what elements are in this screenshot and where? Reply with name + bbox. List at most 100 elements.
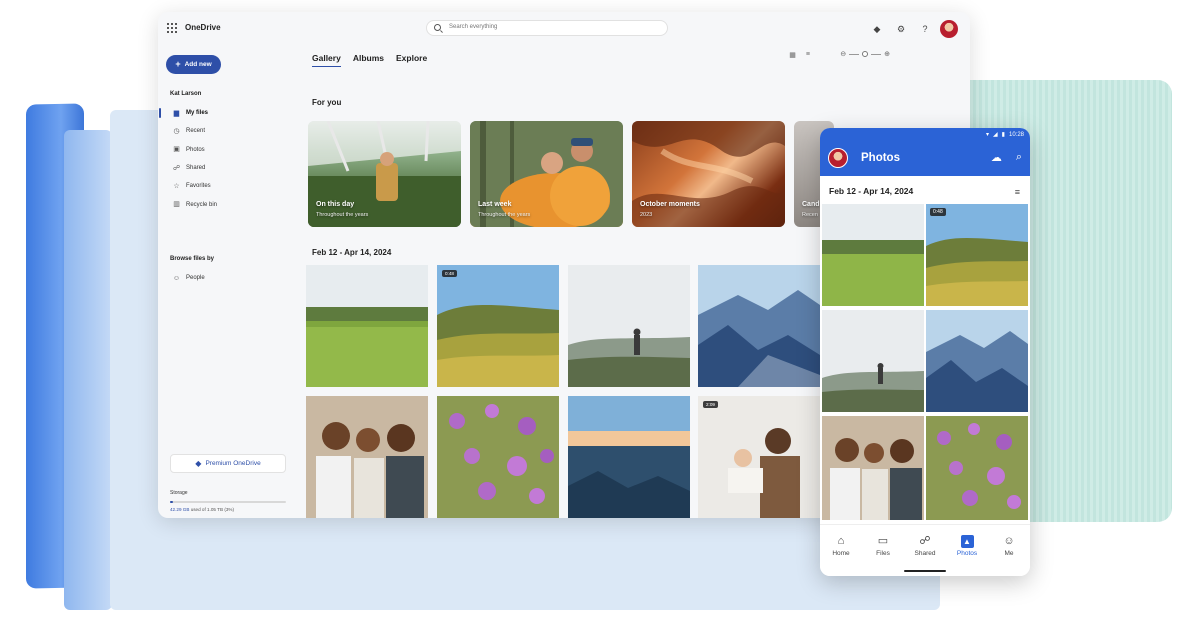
- terraces-image: [437, 265, 559, 387]
- filter-icon[interactable]: ≡: [1015, 187, 1020, 197]
- gallery-photo[interactable]: [306, 396, 428, 518]
- hiker-image: [568, 265, 690, 387]
- card-subtitle: Throughout the years: [316, 212, 369, 218]
- premium-onedrive-button[interactable]: ◆ Premium OneDrive: [170, 454, 286, 473]
- sidebar-item-people[interactable]: ☺ People: [158, 269, 298, 287]
- sidebar-item-favorites[interactable]: ☆ Favorites: [158, 177, 298, 195]
- phone-photo[interactable]: [822, 204, 924, 306]
- flowers-image: [437, 396, 559, 518]
- memory-card[interactable]: October moments 2023: [632, 121, 785, 227]
- gallery-photo[interactable]: [568, 396, 690, 518]
- phone-header-icons: ☁ ⌕: [991, 151, 1022, 164]
- zoom-out-icon[interactable]: ⊖: [840, 50, 846, 58]
- phone-nav-photos[interactable]: ▲ Photos: [949, 535, 985, 576]
- person-icon: ☺: [172, 274, 181, 282]
- view-tools: ▦ ≡: [789, 51, 810, 59]
- diamond-icon[interactable]: ◆: [872, 24, 882, 34]
- phone-nav-label: Files: [876, 550, 890, 557]
- mother-baby-image: [698, 396, 820, 518]
- grid-view-icon[interactable]: ▦: [789, 51, 796, 59]
- phone-title: Photos: [861, 152, 900, 164]
- phone-nav-me[interactable]: ☺ Me: [991, 535, 1027, 576]
- people-icon: ☍: [919, 535, 931, 547]
- sidebar-item-label: Recycle bin: [186, 201, 218, 208]
- meadow-image: [822, 204, 924, 306]
- for-you-title: For you: [312, 98, 342, 107]
- people-icon: ☍: [172, 164, 181, 172]
- gallery-photo[interactable]: [698, 265, 820, 387]
- search-icon[interactable]: ⌕: [1016, 151, 1022, 164]
- top-icons: ◆ ⚙ ?: [872, 20, 958, 38]
- sidebar-item-photos[interactable]: ▣ Photos: [158, 141, 298, 159]
- folder-icon: ▭: [877, 535, 889, 547]
- sidebar-item-recycle-bin[interactable]: ▥ Recycle bin: [158, 195, 298, 213]
- sidebar-item-my-files[interactable]: ▆ My files: [158, 104, 298, 122]
- zoom-slider-handle[interactable]: [862, 51, 869, 57]
- gallery-photo[interactable]: [437, 396, 559, 518]
- zoom-in-icon[interactable]: ⊕: [884, 50, 890, 58]
- help-icon[interactable]: ?: [920, 24, 930, 34]
- sunset-valley-image: [568, 396, 690, 518]
- phone-nav-label: Shared: [914, 550, 936, 557]
- phone-photo[interactable]: [926, 310, 1028, 412]
- phone-bottom-nav: ⌂ Home ▭ Files ☍ Shared ▲ Photos ☺ Me: [820, 524, 1030, 576]
- sidebar-item-label: My files: [186, 110, 209, 117]
- cloud-upload-icon[interactable]: ☁: [991, 151, 1002, 164]
- home-icon: ⌂: [837, 535, 845, 547]
- card-subtitle: 2023: [640, 212, 653, 218]
- phone-mockup: ▾ ◢ ▮ 10:28 Photos ☁ ⌕ Feb 12 - Apr 14, …: [820, 128, 1030, 576]
- storage-bar-fill: [170, 501, 174, 503]
- search-placeholder: Search everything: [449, 24, 498, 30]
- hiker-image: [822, 310, 924, 412]
- status-bar: ▾ ◢ ▮ 10:28: [986, 131, 1024, 139]
- storage-label: Storage: [170, 490, 188, 496]
- add-new-button[interactable]: + Add new: [166, 55, 221, 74]
- phone-nav-files[interactable]: ▭ Files: [865, 535, 901, 576]
- gallery-photo[interactable]: [568, 265, 690, 387]
- trash-icon: ▥: [173, 201, 180, 209]
- memory-card[interactable]: Last week Throughout the years: [470, 121, 623, 227]
- people-list: ☺ People: [158, 269, 298, 287]
- search-input[interactable]: Search everything: [426, 20, 668, 36]
- phone-video[interactable]: 0:48: [926, 204, 1028, 306]
- sidebar-item-recent[interactable]: ◷ Recent: [158, 122, 298, 140]
- avatar[interactable]: [940, 20, 958, 38]
- phone-nav-label: Me: [1004, 550, 1014, 557]
- phone-date-range: Feb 12 - Apr 14, 2024: [829, 186, 914, 196]
- premium-label: Premium OneDrive: [205, 460, 261, 467]
- gallery-photo[interactable]: [306, 265, 428, 387]
- storage-text: 42.29 GB used of 1.05 TB (3%): [170, 507, 234, 512]
- filter-icon[interactable]: ≡: [806, 51, 810, 59]
- canyon-image: [632, 121, 785, 227]
- top-bar: OneDrive Search everything ◆ ⚙ ?: [158, 12, 970, 44]
- photo-icon: ▲: [960, 535, 974, 548]
- phone-nav-home[interactable]: ⌂ Home: [823, 535, 859, 576]
- gallery-video[interactable]: 0:48: [437, 265, 559, 387]
- phone-nav-label: Photos: [956, 550, 978, 557]
- gear-icon[interactable]: ⚙: [896, 24, 906, 34]
- phone-photo[interactable]: [822, 310, 924, 412]
- zoom-slider[interactable]: ⊖ ⊕: [840, 50, 890, 58]
- tab-explore[interactable]: Explore: [396, 53, 427, 67]
- video-duration-badge: 0:48: [442, 270, 457, 277]
- photo-icon: ▣: [173, 146, 180, 154]
- sidebar-item-shared[interactable]: ☍ Shared: [158, 159, 298, 177]
- wifi-icon: ▾: [986, 132, 990, 138]
- family-image: [822, 416, 924, 520]
- battery-icon: ▮: [1001, 132, 1005, 138]
- sidebar-item-label: Favorites: [186, 183, 211, 190]
- sidebar-nav: ▆ My files ◷ Recent ▣ Photos ☍ Shared ☆ …: [158, 104, 298, 214]
- app-launcher-icon[interactable]: [167, 23, 177, 33]
- phone-photo[interactable]: [822, 416, 924, 520]
- video-duration-badge: 2:09: [703, 401, 718, 408]
- flowers-image: [926, 416, 1028, 520]
- storage-used: 42.29 GB: [170, 507, 190, 512]
- avatar[interactable]: [828, 148, 848, 168]
- tab-albums[interactable]: Albums: [353, 53, 384, 67]
- card-title: October moments: [640, 201, 700, 208]
- memory-card[interactable]: On this day Throughout the years: [308, 121, 461, 227]
- phone-photo[interactable]: [926, 416, 1028, 520]
- tab-gallery[interactable]: Gallery: [312, 53, 341, 67]
- phone-header: ▾ ◢ ▮ 10:28 Photos ☁ ⌕: [820, 128, 1030, 176]
- gallery-video[interactable]: 2:09: [698, 396, 820, 518]
